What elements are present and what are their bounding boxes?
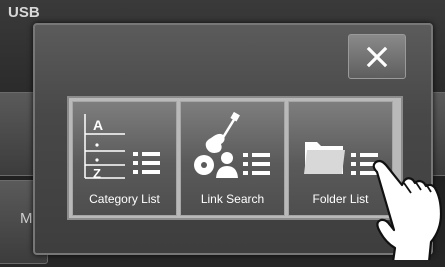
category-list-button[interactable]: A Z Category List — [72, 101, 177, 216]
background-letter: M — [20, 210, 33, 227]
link-search-label: Link Search — [200, 192, 265, 206]
close-icon — [366, 46, 388, 67]
link-search-button[interactable]: Link Search — [180, 101, 285, 216]
source-label: USB — [8, 4, 40, 21]
category-list-icon: A Z — [84, 114, 160, 180]
pointing-hand-icon — [372, 159, 443, 260]
option-panel: A Z Category List Link Search Folder Lis… — [67, 96, 403, 220]
link-search-icon — [194, 111, 270, 178]
category-list-label: Category List — [89, 192, 160, 206]
close-button[interactable] — [348, 34, 406, 79]
svg-text:A: A — [93, 117, 103, 133]
